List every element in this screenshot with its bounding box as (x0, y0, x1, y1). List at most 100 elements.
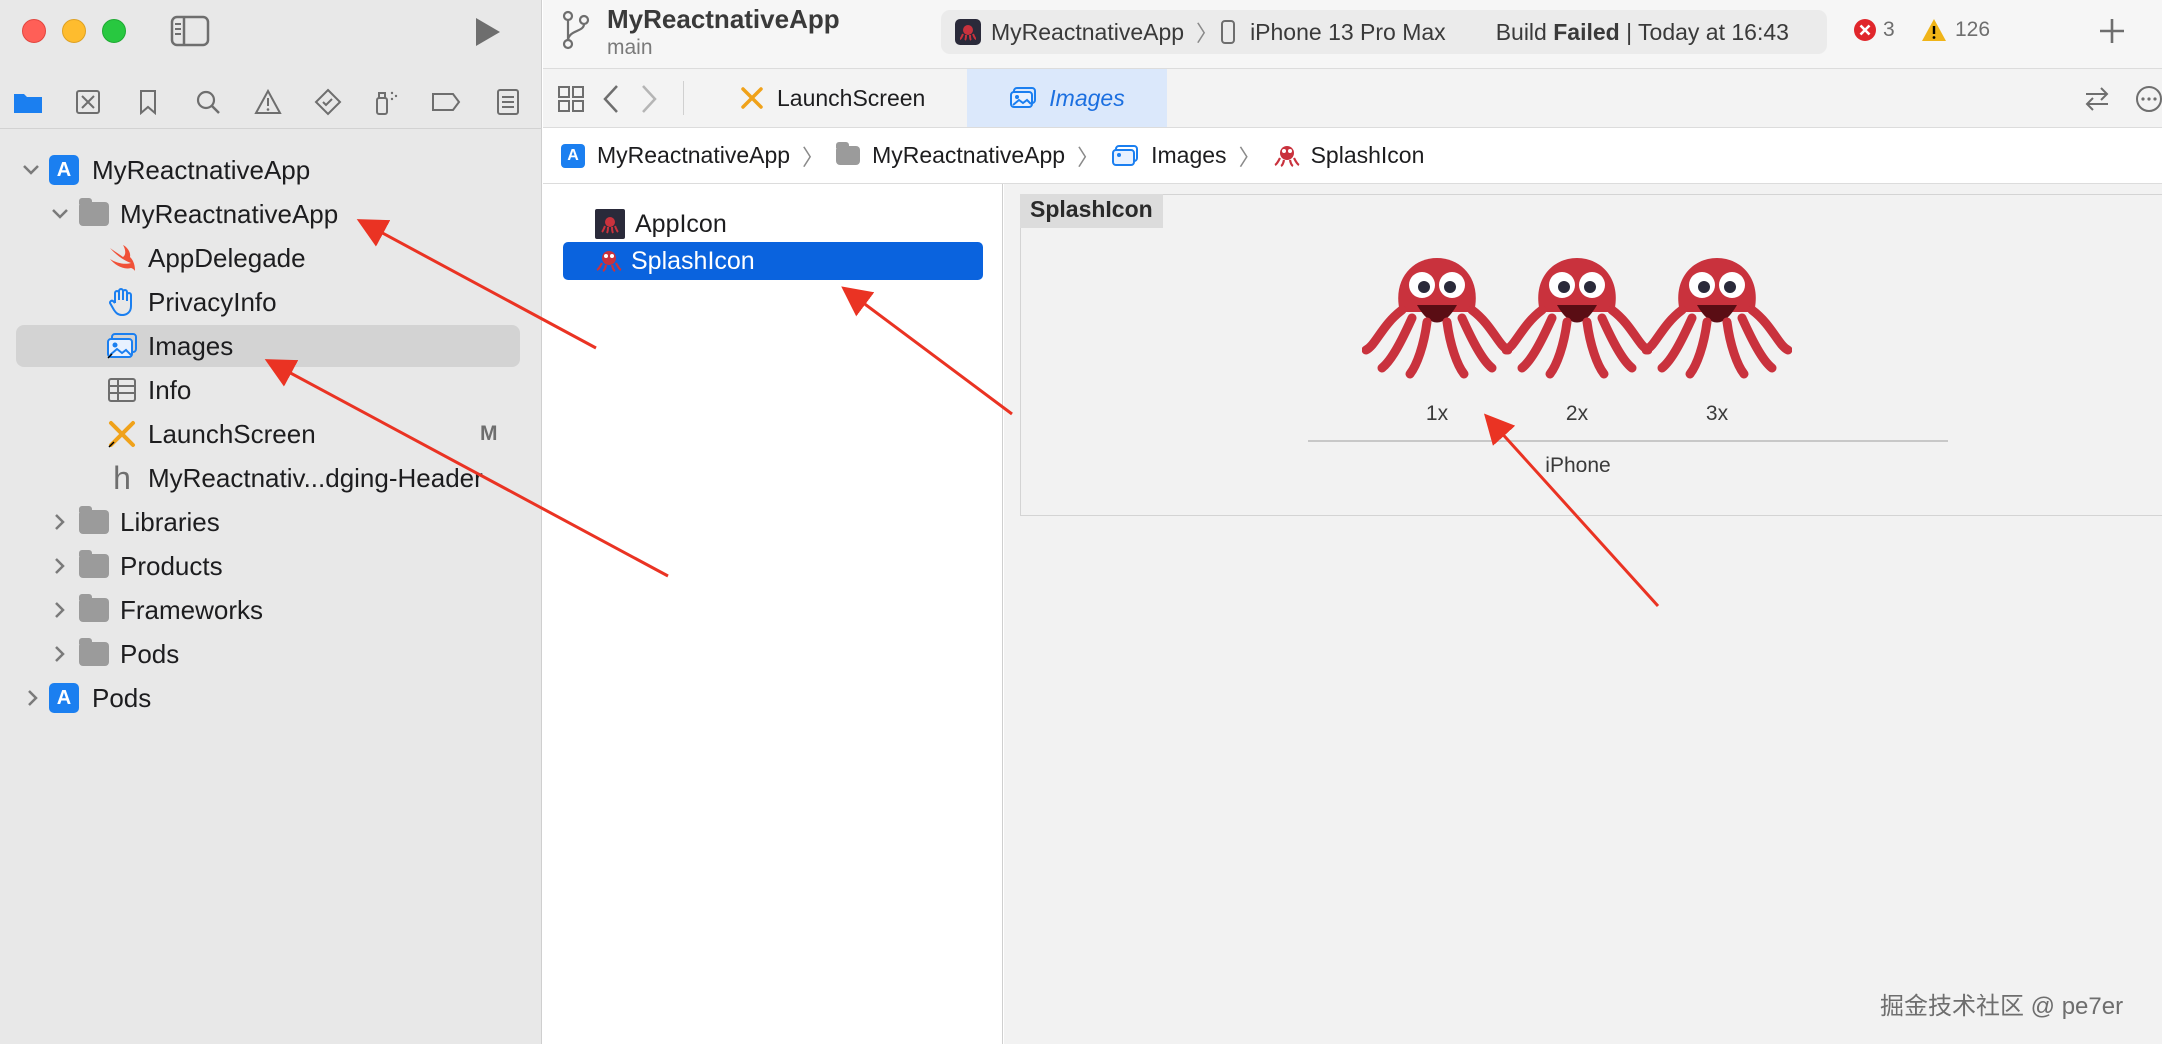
asset-list: AppIcon SplashIcon (543, 184, 1003, 1044)
image-set-editor: SplashIcon 1x 2x 3x iPhone 掘金技术社区 @ pe7e… (1004, 184, 2162, 1044)
tree-item-label: MyReactnativeApp (92, 154, 311, 185)
octopus-icon (1362, 258, 1512, 379)
tree-item-group[interactable]: Products (0, 544, 542, 588)
chevron-right-icon[interactable] (49, 643, 71, 665)
tree-item-file[interactable]: h MyReactnativ...dging-Header (0, 456, 542, 500)
close-window-button[interactable] (22, 19, 46, 43)
chevron-right-icon: 〉 (1238, 144, 1261, 170)
interface-builder-icon (739, 85, 765, 111)
tree-item-group[interactable]: Pods (0, 632, 542, 676)
plus-icon[interactable] (2097, 16, 2127, 46)
scheme-selector[interactable]: MyReactnativeApp (955, 19, 1184, 46)
breadcrumb-item[interactable]: A MyReactnativeApp (561, 142, 790, 169)
tree-item-file[interactable]: Info (0, 368, 542, 412)
device-label: iPhone (1545, 454, 1611, 477)
octopus-icon (595, 248, 623, 274)
breadcrumb-item[interactable]: Images (1111, 142, 1227, 169)
chevron-down-icon[interactable] (49, 203, 71, 225)
folder-icon (78, 198, 110, 230)
forward-chevron-icon[interactable] (639, 83, 659, 115)
project-navigator-folder-icon[interactable] (10, 84, 46, 120)
octopus-icon (1502, 258, 1652, 379)
divider (683, 81, 684, 115)
destination-name: iPhone 13 Pro Max (1250, 18, 1446, 45)
navigator-sidebar: A MyReactnativeApp MyReactnativeApp AppD… (0, 0, 542, 1044)
folder-icon (836, 142, 861, 165)
bookmark-navigator-icon[interactable] (130, 84, 166, 120)
image-set-name: SplashIcon (1020, 194, 1163, 228)
grid-icon[interactable] (557, 85, 585, 113)
breadcrumb-label: MyReactnativeApp (597, 142, 791, 168)
modified-badge: M (480, 422, 498, 445)
chevron-right-icon: 〉 (802, 144, 825, 170)
branch-name: main (607, 36, 653, 59)
tab-launchscreen[interactable]: LaunchScreen (739, 69, 925, 127)
slot-label-3x: 3x (1705, 402, 1729, 425)
tree-item-label: Pods (120, 638, 180, 669)
sidebar-toggle-icon[interactable] (170, 15, 210, 47)
chevron-right-icon[interactable] (49, 599, 71, 621)
image-slot-1x[interactable] (1362, 250, 1512, 380)
tree-item-file[interactable]: PrivacyInfo (0, 280, 542, 324)
tree-item-project[interactable]: A Pods (0, 676, 542, 720)
warning-indicator[interactable]: 126 (1921, 18, 1990, 42)
tab-label: LaunchScreen (777, 84, 926, 111)
zoom-window-button[interactable] (102, 19, 126, 43)
chevron-right-icon[interactable] (22, 687, 44, 709)
divider (0, 128, 542, 129)
asset-item-appicon[interactable]: AppIcon (595, 206, 727, 242)
tree-item-label: Images (148, 330, 234, 361)
image-slot-2x[interactable] (1502, 250, 1652, 380)
tree-item-label: Info (148, 374, 192, 405)
xcode-project-icon: A (48, 154, 80, 186)
more-options-icon[interactable] (2135, 85, 2162, 113)
breadcrumb-label: MyReactnativeApp (872, 142, 1066, 168)
app-octopus-icon (955, 19, 981, 45)
tree-item-file[interactable]: LaunchScreen M (0, 412, 542, 456)
tab-label: Images (1049, 84, 1125, 111)
report-navigator-list-icon[interactable] (490, 84, 526, 120)
tree-item-label: Frameworks (120, 594, 264, 625)
tree-item-label: MyReactnativeApp (120, 198, 339, 229)
chevron-right-icon[interactable] (49, 555, 71, 577)
chevron-right-icon: 〉 (1077, 144, 1100, 170)
asset-catalog-icon (1111, 144, 1139, 168)
breakpoint-navigator-tag-icon[interactable] (428, 84, 464, 120)
error-indicator[interactable]: 3 (1853, 18, 1895, 42)
tree-item-group[interactable]: Libraries (0, 500, 542, 544)
tree-item-label: MyReactnativ...dging-Header (148, 462, 483, 493)
issue-navigator-warning-icon[interactable] (250, 84, 286, 120)
build-status-result: Failed (1553, 18, 1620, 45)
run-icon[interactable] (472, 16, 502, 48)
source-control-navigator-icon[interactable] (70, 84, 106, 120)
back-chevron-icon[interactable] (601, 83, 621, 115)
build-status: Build Failed | Today at 16:43 (1496, 19, 1789, 46)
find-navigator-search-icon[interactable] (190, 84, 226, 120)
asset-catalog-icon (1009, 86, 1037, 110)
tree-item-project[interactable]: A MyReactnativeApp (0, 148, 542, 192)
destination-selector[interactable]: iPhone 13 Pro Max (1220, 19, 1446, 46)
swap-arrows-icon[interactable] (2083, 85, 2111, 113)
minimize-window-button[interactable] (62, 19, 86, 43)
breadcrumb-item[interactable]: MyReactnativeApp (836, 142, 1065, 169)
tab-images-active[interactable]: Images (967, 69, 1167, 127)
tree-item-group[interactable]: Frameworks (0, 588, 542, 632)
xcode-project-icon: A (48, 682, 80, 714)
tree-item-file[interactable]: AppDelegade (0, 236, 542, 280)
build-status-prefix: Build (1495, 18, 1554, 45)
tree-item-label: LaunchScreen (148, 418, 316, 449)
breadcrumb-item[interactable]: SplashIcon (1273, 142, 1424, 169)
asset-label: AppIcon (635, 209, 727, 238)
tree-item-group[interactable]: MyReactnativeApp (0, 192, 542, 236)
chevron-down-icon[interactable] (20, 159, 42, 181)
folder-icon (78, 506, 110, 538)
tree-item-images-selected[interactable]: Images (0, 324, 542, 368)
test-navigator-diamond-icon[interactable] (310, 84, 346, 120)
slot-label-1x: 1x (1425, 402, 1449, 425)
warning-icon (1921, 18, 1947, 42)
debug-navigator-spray-icon[interactable] (368, 84, 404, 120)
asset-catalog-icon (106, 330, 138, 362)
chevron-right-icon[interactable] (49, 511, 71, 533)
asset-item-splashicon-selected[interactable]: SplashIcon (563, 242, 983, 280)
image-slot-3x[interactable] (1642, 250, 1792, 380)
